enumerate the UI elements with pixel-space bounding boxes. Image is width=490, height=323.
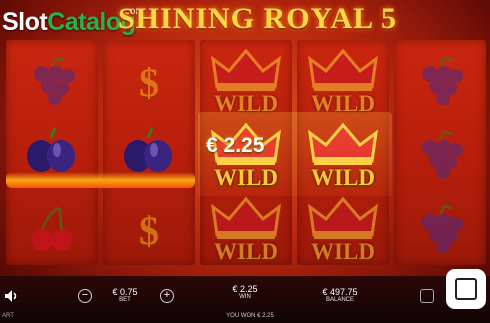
grapes-symbol [394,46,486,118]
crown-icon [211,48,281,91]
wild-symbol: WILD [297,194,389,266]
cherries-symbol [6,194,98,266]
crown-icon [308,196,378,239]
win-display: € 2.25 WIN [220,284,270,300]
reel-1 [6,40,98,265]
watermark: SlotCatalog [2,8,136,36]
reel-2: $ $ [103,40,195,265]
bet-value: € 0.75 [112,287,138,297]
grapes-symbol [394,120,486,192]
wild-symbol: WILD [200,194,292,266]
bet-decrease-button[interactable]: − [78,289,92,303]
dollar-symbol: $ [103,46,195,118]
menu-button[interactable] [420,289,434,303]
brand-label: ART [2,313,14,319]
grapes-icon [422,56,463,105]
reel-5 [394,40,486,265]
dollar-icon: $ [139,59,159,105]
win-amount-overlay: € 2.25 [206,134,265,157]
bet-label: BET [119,297,131,303]
won-message: YOU WON € 2.25 [226,313,274,319]
crown-icon [211,196,281,239]
wild-symbol: WILD [297,46,389,118]
win-label: WIN [239,294,251,300]
cherries-icon [31,206,73,251]
win-value: € 2.25 [232,284,258,294]
fire-effect [6,172,195,188]
spin-button[interactable] [446,269,486,309]
crown-icon [308,48,378,91]
grapes-symbol [6,46,98,118]
balance-display: € 497.75 BALANCE [310,287,370,303]
dollar-symbol: $ [103,194,195,266]
grapes-icon [34,56,75,105]
wild-label: WILD [311,239,375,264]
grapes-symbol [394,194,486,266]
wild-symbol: WILD [200,46,292,118]
sound-icon[interactable] [4,289,20,303]
balance-value: € 497.75 [322,287,358,297]
grapes-icon [422,130,463,179]
wild-label: WILD [214,239,278,264]
bet-increase-button[interactable]: + [160,289,174,303]
dollar-icon: $ [139,207,159,253]
grapes-icon [422,204,463,253]
stop-icon [455,278,477,300]
bet-display: € 0.75 BET [100,287,150,303]
balance-label: BALANCE [325,297,354,303]
game-title: SHINING ROYAL 5 [118,2,397,35]
